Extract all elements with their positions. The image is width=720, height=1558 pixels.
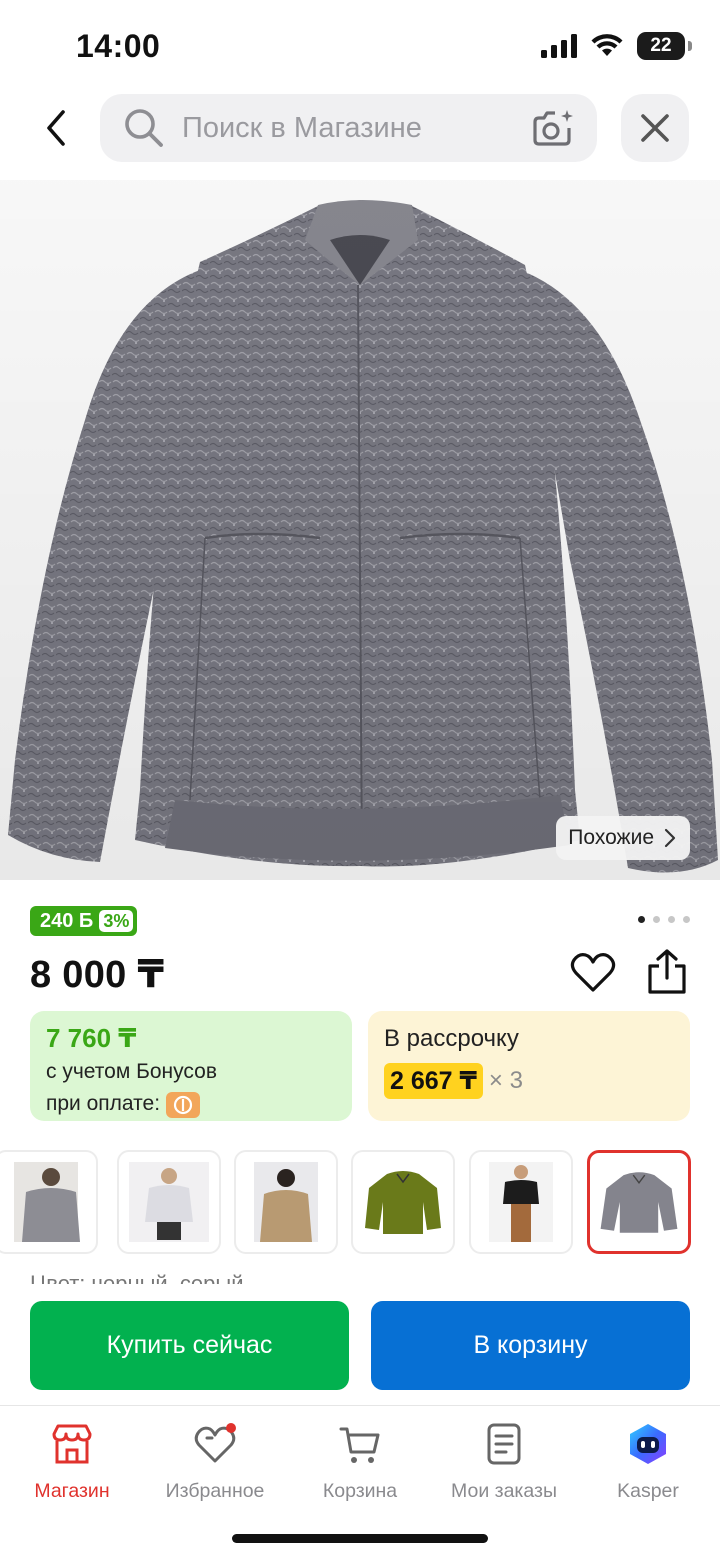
variant-thumbnail-black-on-model[interactable] [469,1150,573,1254]
installment-label: В рассрочку [384,1025,519,1052]
bonus-percent: 3% [99,910,134,932]
kasper-icon [630,1424,666,1464]
cellular-signal-icon [541,34,577,58]
search-box[interactable] [100,94,597,162]
bonus-line-2: при оплате: [46,1090,336,1118]
variant-thumbnail-grey-selected[interactable] [587,1150,691,1254]
tab-orders-label: Мои заказы [451,1480,557,1502]
tab-orders[interactable]: Мои заказы [432,1418,576,1508]
bonus-badge: 240 Б 3% [30,906,138,936]
variant-thumbnail-light-on-model[interactable] [117,1150,221,1254]
tab-store[interactable]: Магазин [0,1418,144,1508]
bonus-amount: 240 Б [40,909,94,932]
tab-favorites-label: Избранное [165,1480,265,1502]
search-input[interactable] [182,94,512,162]
variant-thumbnails [0,1150,720,1256]
buy-now-button[interactable]: Купить сейчас [30,1301,349,1390]
tab-kasper[interactable]: Kasper [576,1418,720,1508]
variant-thumbnail-olive[interactable] [351,1150,455,1254]
similar-button[interactable]: Похожие [556,816,690,860]
product-photo [0,180,720,880]
close-icon [641,114,669,142]
status-icons: 22 [541,32,692,60]
variant-thumbnail-grey-on-model[interactable] [0,1150,98,1254]
home-indicator [232,1534,488,1543]
bonus-line-2-text: при оплате: [46,1092,161,1116]
bonus-price-card[interactable]: 7 760 ₸ с учетом Бонусов при оплате: [30,1011,352,1121]
favorite-heart-icon[interactable] [570,950,616,996]
installment-card[interactable]: В рассрочку 2 667 ₸ × 3 [368,1011,690,1121]
back-button[interactable] [30,102,82,154]
store-icon [52,1424,92,1464]
product-image[interactable] [0,180,720,880]
close-button[interactable] [621,94,689,162]
heart-icon [194,1423,236,1463]
bonus-price: 7 760 ₸ [46,1023,137,1053]
status-time: 14:00 [76,28,161,64]
tab-cart-label: Корзина [322,1480,398,1502]
battery-cap [688,41,692,51]
chevron-left-icon [47,110,65,146]
add-to-cart-button[interactable]: В корзину [371,1301,690,1390]
tab-kasper-label: Kasper [617,1480,679,1502]
battery-icon: 22 [637,32,685,60]
tab-favorites[interactable]: Избранное [143,1418,287,1508]
installment-amount: 2 667 ₸ [384,1063,483,1099]
chevron-right-icon [664,828,676,848]
orders-icon [487,1423,521,1465]
similar-label: Похожие [568,826,654,849]
camera-search-icon[interactable] [531,108,575,148]
color-label: Цвет: черный, серый [30,1271,244,1284]
search-icon [125,109,163,147]
bonus-line-1: с учетом Бонусов [46,1060,217,1083]
share-icon[interactable] [644,948,690,996]
installment-multiplier: × 3 [488,1067,523,1094]
cart-icon [339,1427,380,1463]
search-row [0,94,720,164]
tab-store-label: Магазин [34,1480,110,1502]
image-pager [638,916,690,923]
product-price: 8 000 ₸ [30,954,165,996]
pager-dot [683,916,690,923]
status-bar: 14:00 22 [0,0,720,92]
variant-thumbnail-beige-on-model[interactable] [234,1150,338,1254]
pager-dot [668,916,675,923]
pager-dot [638,916,645,923]
tab-cart[interactable]: Корзина [288,1418,432,1508]
pager-dot [653,916,660,923]
wifi-icon [591,34,623,56]
battery-level: 22 [650,35,672,56]
payment-method-icon [166,1091,201,1118]
